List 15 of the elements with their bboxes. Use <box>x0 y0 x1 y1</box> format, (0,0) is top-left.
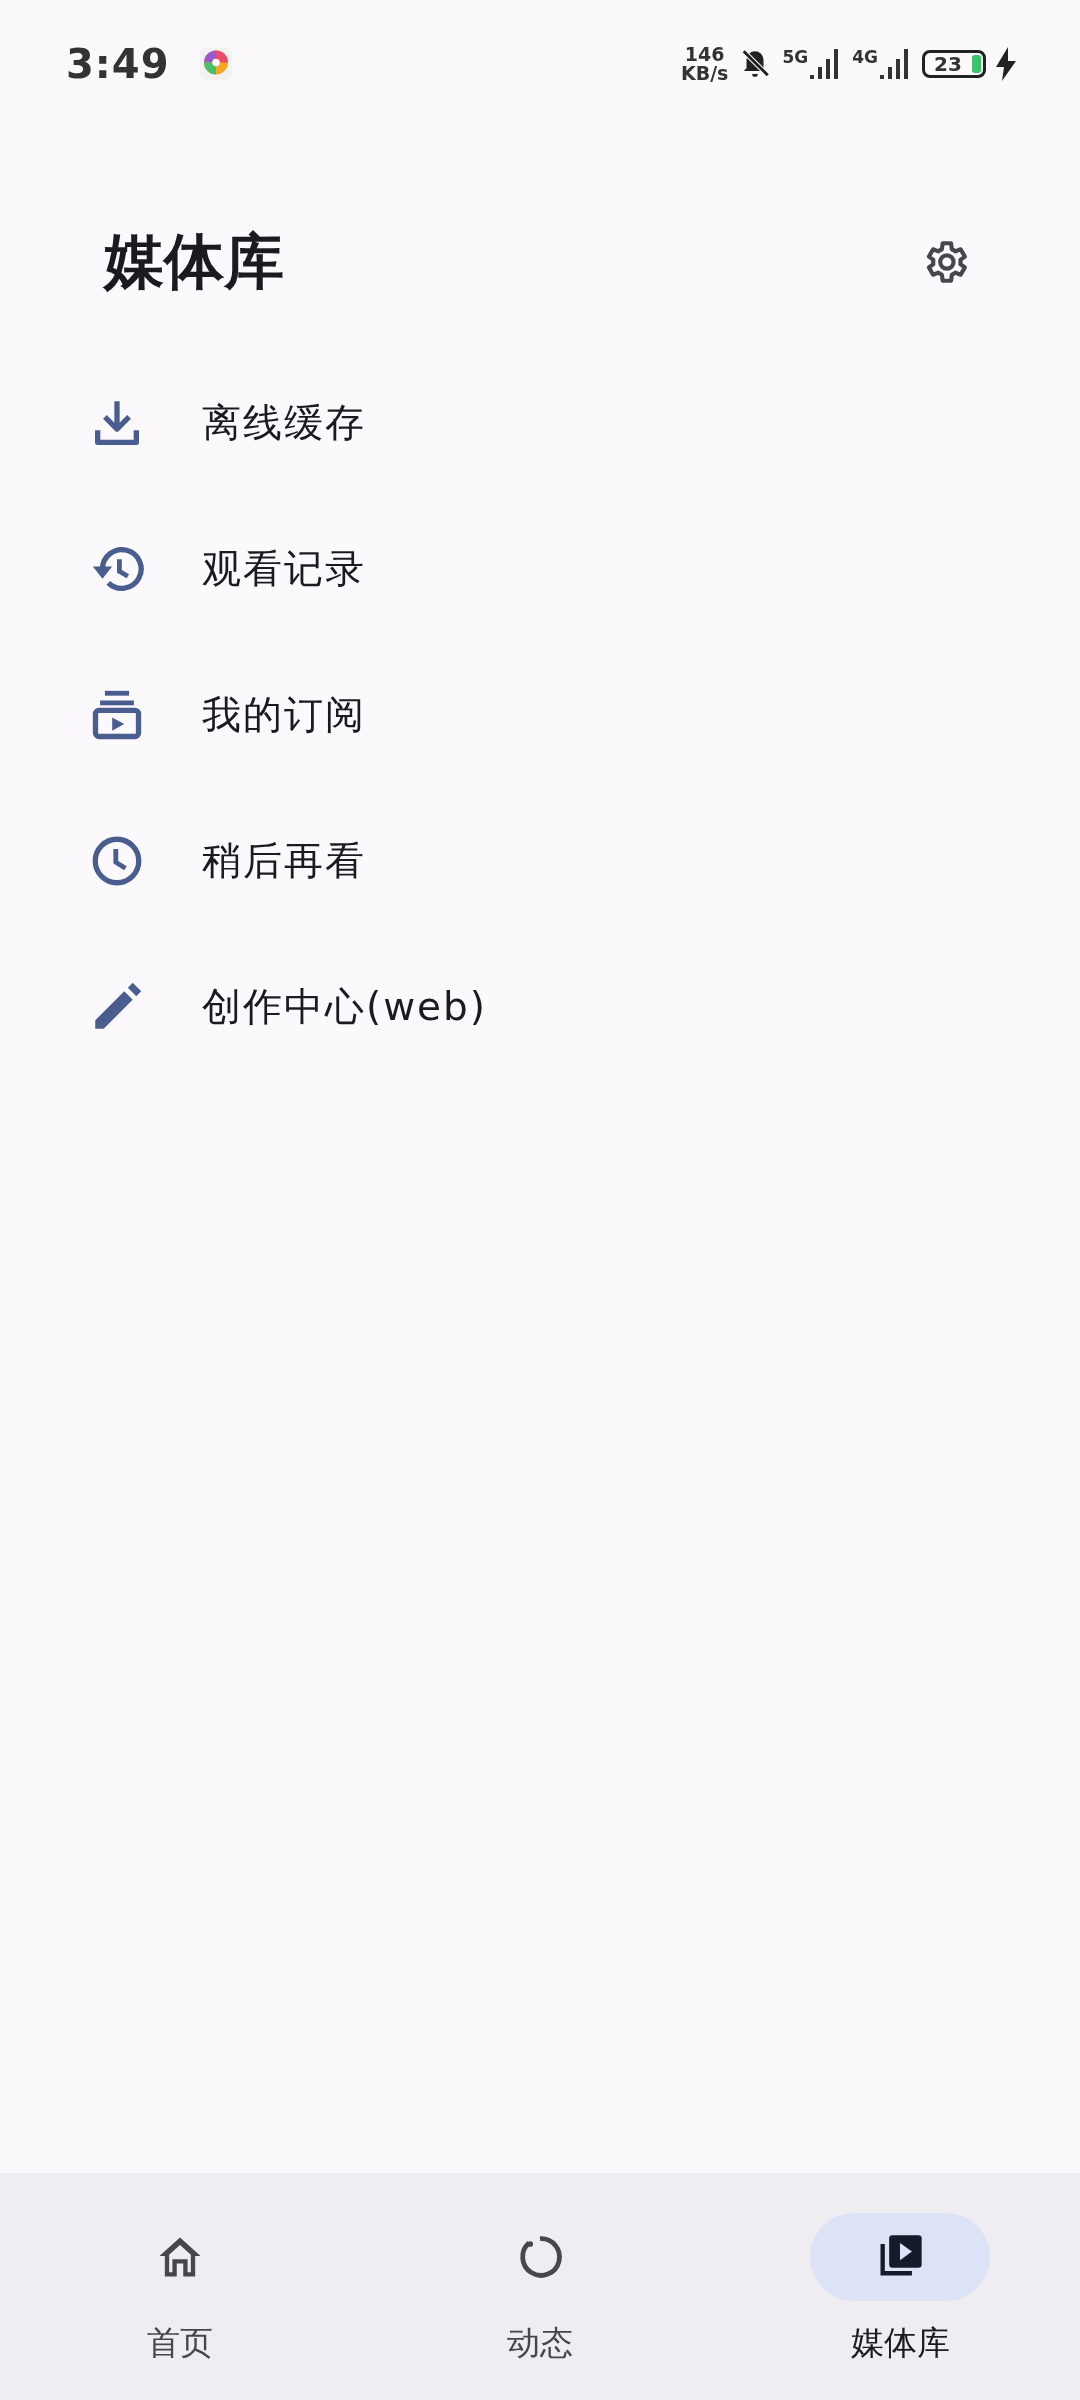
menu-item[interactable]: 稍后再看 <box>0 788 1080 934</box>
nav-tab[interactable]: 动态 <box>360 2173 720 2400</box>
menu-item[interactable]: 我的订阅 <box>0 642 1080 788</box>
status-time: 3:49 <box>66 41 170 87</box>
menu-item[interactable]: 离线缓存 <box>0 350 1080 496</box>
network-type: 5G <box>782 47 809 67</box>
menu-item[interactable]: 创作中心(web) <box>0 934 1080 1080</box>
nav-tab[interactable]: 媒体库 <box>720 2173 1080 2400</box>
battery-indicator: 23 <box>922 50 986 78</box>
network-type: 4G <box>852 47 878 67</box>
menu-item[interactable]: 观看记录 <box>0 496 1080 642</box>
page-title: 媒体库 <box>104 224 284 298</box>
app-icon <box>197 46 234 82</box>
network-speed: 146 KB/s <box>680 45 729 83</box>
nav-tab[interactable]: 首页 <box>0 2173 360 2400</box>
